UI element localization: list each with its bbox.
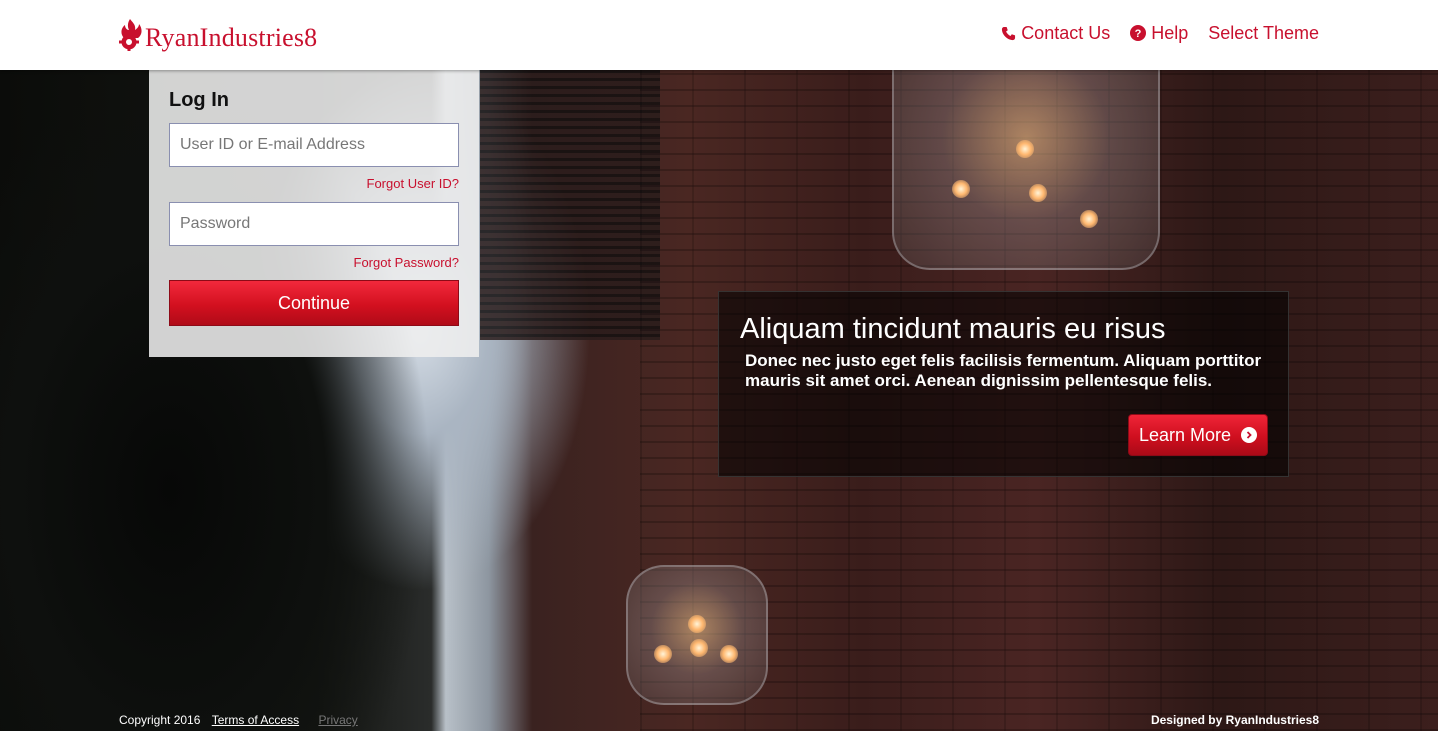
promo-body: Donec nec justo eget felis facilisis fer… [745,351,1262,390]
brand-logo[interactable]: RyanIndustries8 [118,14,317,54]
nav-select-theme[interactable]: Select Theme [1208,23,1319,44]
brand-name: RyanIndustries8 [145,23,318,52]
login-title: Log In [169,89,229,111]
privacy-link[interactable]: Privacy [318,713,357,727]
footer-left: Copyright 2016 Terms of Access Privacy [119,713,358,727]
background-lamp-bottom [626,565,768,705]
top-nav: Contact Us ? Help Select Theme [981,20,1319,46]
nav-contact-us[interactable]: Contact Us [1001,23,1110,44]
promo-title: Aliquam tincidunt mauris eu risus [740,313,1166,345]
designed-by-text: Designed by RyanIndustries8 [1150,713,1319,727]
login-panel: Log In Forgot User ID? Forgot Password? … [149,70,479,357]
user-id-input[interactable] [169,123,459,167]
nav-contact-label: Contact Us [1021,22,1111,43]
promo-box: Aliquam tincidunt mauris eu risus Donec … [718,291,1289,477]
terms-of-access-link[interactable]: Terms of Access [212,713,299,727]
nav-help-label: Help [1151,22,1189,43]
continue-button[interactable]: Continue [169,280,459,326]
background-fire-escape [480,70,660,340]
learn-more-button[interactable]: Learn More [1128,414,1268,456]
nav-help[interactable]: ? Help [1130,23,1188,44]
learn-more-label: Learn More [1138,424,1232,445]
background-lamp-top [892,70,1160,270]
password-input[interactable] [169,202,459,246]
forgot-password-link[interactable]: Forgot Password? [169,255,460,270]
phone-icon [1002,26,1016,40]
svg-text:?: ? [1135,28,1142,40]
top-header: RyanIndustries8 Contact Us ? Help Select… [0,0,1438,70]
forgot-user-id-link[interactable]: Forgot User ID? [169,176,459,192]
question-circle-icon: ? [1130,25,1147,41]
flame-gear-logo-icon [119,19,142,51]
copyright-text: Copyright 2016 [119,713,201,727]
chevron-right-circle-icon [1241,427,1258,443]
